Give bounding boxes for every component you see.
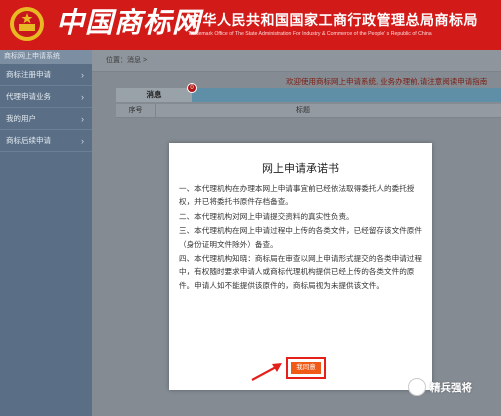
- sidebar-item-label: 商标后续申请: [6, 136, 51, 145]
- column-header-no: 序号: [116, 104, 156, 118]
- tab-messages[interactable]: 消息: [116, 88, 192, 102]
- sidebar-item-trademark-registration[interactable]: 商标注册申请 ›: [0, 64, 92, 86]
- chevron-right-icon: ›: [81, 136, 84, 146]
- sidebar-item-my-users[interactable]: 我的用户 ›: [0, 108, 92, 130]
- site-header: 中国商标网 中华人民共和国国家工商行政管理总局商标局 Trademark Off…: [0, 0, 501, 50]
- sidebar-item-follow-up[interactable]: 商标后续申请 ›: [0, 130, 92, 152]
- agree-highlight: 我同意: [286, 357, 326, 379]
- wechat-avatar-icon: [408, 378, 426, 396]
- commitment-dialog: 网上申请承诺书 一、本代理机构在办理本网上申请事宜前已经依法取得委托人的委托授权…: [169, 143, 432, 390]
- sidebar-item-label: 商标注册申请: [6, 70, 51, 79]
- sidebar-item-label: 我的用户: [6, 114, 36, 123]
- column-header-title: 标题: [296, 107, 310, 114]
- table-header: 序号 标题: [116, 104, 501, 118]
- dialog-title: 网上申请承诺书: [262, 162, 339, 175]
- agree-button[interactable]: 我同意: [291, 362, 321, 374]
- welcome-notice: 欢迎使用商标网上申请系统, 业务办理前,请注意阅读申请指南: [286, 77, 488, 86]
- chevron-right-icon: ›: [81, 92, 84, 102]
- org-title: 中华人民共和国国家工商行政管理总局商标局: [188, 13, 478, 29]
- org-subtitle: Trademark Office of The State Administra…: [188, 31, 432, 37]
- clause-2: 二、本代理机构对网上申请提交资料的真实性负责。: [179, 211, 354, 221]
- clause-1: 一、本代理机构在办理本网上申请事宜前已经依法取得委托人的委托授权，并已将委托书原…: [179, 184, 415, 207]
- national-emblem-icon: [10, 7, 44, 41]
- sidebar-head: 商标网上申请系统: [0, 50, 92, 64]
- brand-logo[interactable]: 中国商标网: [56, 6, 201, 40]
- chevron-right-icon: ›: [81, 114, 84, 124]
- breadcrumb: 位置：消息 >: [92, 50, 501, 72]
- watermark-text: 精兵强将: [430, 382, 472, 394]
- sidebar-item-label: 代理申请业务: [6, 92, 51, 101]
- unread-badge: 0: [187, 83, 197, 93]
- clause-4: 四、本代理机构知晓：商标局在审查以网上申请形式提交的各类申请过程中，有权随时要求…: [179, 254, 422, 290]
- chevron-right-icon: ›: [81, 70, 84, 80]
- clause-3: 三、本代理机构在网上申请过程中上传的各类文件，已经留存该文件原件（身份证明文件除…: [179, 226, 422, 249]
- arrow-pointer-icon: [251, 363, 282, 381]
- sidebar-nav: 商标网上申请系统 商标注册申请 › 代理申请业务 › 我的用户 › 商标后续申请…: [0, 50, 92, 416]
- sidebar-item-agent-business[interactable]: 代理申请业务 ›: [0, 86, 92, 108]
- dialog-body: 一、本代理机构在办理本网上申请事宜前已经依法取得委托人的委托授权，并已将委托书原…: [179, 182, 427, 293]
